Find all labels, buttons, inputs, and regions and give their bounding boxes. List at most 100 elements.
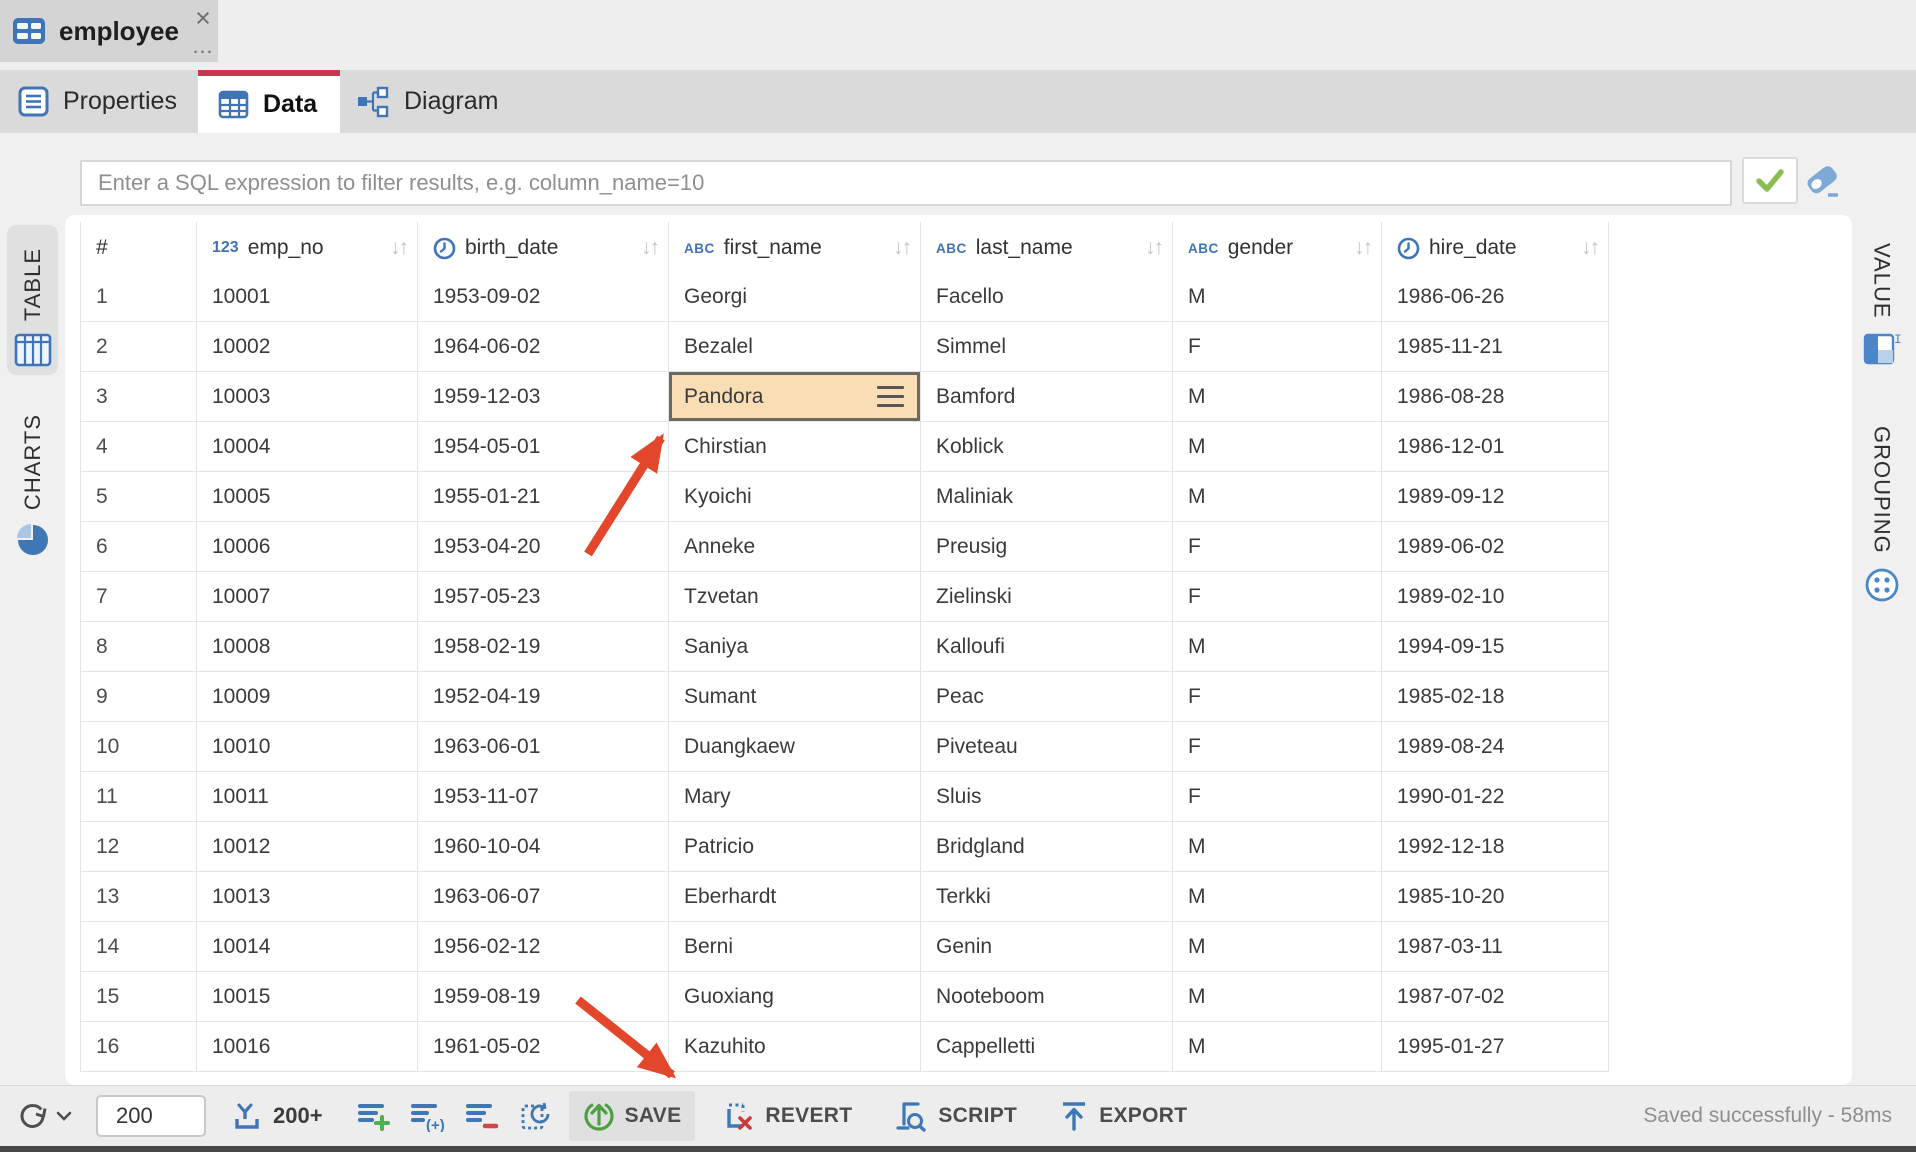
entity-tab-employee[interactable]: employee × … bbox=[0, 0, 218, 62]
table-cell[interactable]: 1964-06-02 bbox=[418, 322, 669, 372]
sql-filter-input[interactable] bbox=[80, 160, 1732, 206]
table-cell[interactable]: 1956-02-12 bbox=[418, 922, 669, 972]
table-cell[interactable]: Kalloufi bbox=[921, 622, 1173, 672]
table-cell[interactable]: Chirstian bbox=[669, 422, 921, 472]
table-cell[interactable]: M bbox=[1173, 622, 1382, 672]
tab-data[interactable]: Data bbox=[198, 70, 340, 133]
table-cell[interactable]: M bbox=[1173, 472, 1382, 522]
row-number-cell[interactable]: 12 bbox=[80, 822, 197, 872]
table-cell[interactable]: F bbox=[1173, 772, 1382, 822]
column-header-emp_no[interactable]: 123emp_no↓↑ bbox=[197, 222, 418, 275]
table-cell[interactable]: F bbox=[1173, 322, 1382, 372]
table-cell[interactable]: Mary bbox=[669, 772, 921, 822]
table-cell[interactable]: 1959-08-19 bbox=[418, 972, 669, 1022]
table-cell[interactable]: Cappelletti bbox=[921, 1022, 1173, 1072]
add-row-button[interactable] bbox=[353, 1094, 395, 1138]
table-cell[interactable]: Nooteboom bbox=[921, 972, 1173, 1022]
table-cell[interactable]: 10001 bbox=[197, 272, 418, 322]
table-cell[interactable]: 1995-01-27 bbox=[1382, 1022, 1609, 1072]
row-number-cell[interactable]: 6 bbox=[80, 522, 197, 572]
table-cell[interactable]: Facello bbox=[921, 272, 1173, 322]
table-cell[interactable]: 1989-02-10 bbox=[1382, 572, 1609, 622]
table-cell[interactable]: 10010 bbox=[197, 722, 418, 772]
table-cell[interactable]: 1987-03-11 bbox=[1382, 922, 1609, 972]
sidebar-item-grouping[interactable]: GROUPING bbox=[1856, 388, 1907, 604]
column-header-gender[interactable]: ABCgender↓↑ bbox=[1173, 222, 1382, 275]
table-cell[interactable]: Kyoichi bbox=[669, 472, 921, 522]
clear-filter-button[interactable] bbox=[1800, 160, 1846, 202]
table-cell[interactable]: 1985-10-20 bbox=[1382, 872, 1609, 922]
table-cell[interactable]: 1992-12-18 bbox=[1382, 822, 1609, 872]
table-cell[interactable]: 10007 bbox=[197, 572, 418, 622]
table-cell[interactable]: 10009 bbox=[197, 672, 418, 722]
table-cell[interactable]: 1961-05-02 bbox=[418, 1022, 669, 1072]
fetch-next-page-button[interactable]: 200+ bbox=[232, 1100, 323, 1132]
apply-filter-button[interactable] bbox=[1742, 157, 1798, 204]
row-number-cell[interactable]: 16 bbox=[80, 1022, 197, 1072]
table-cell[interactable]: Sluis bbox=[921, 772, 1173, 822]
table-cell[interactable]: 1994-09-15 bbox=[1382, 622, 1609, 672]
table-cell[interactable]: Genin bbox=[921, 922, 1173, 972]
table-cell[interactable]: Bamford bbox=[921, 372, 1173, 422]
table-cell[interactable]: 1958-02-19 bbox=[418, 622, 669, 672]
table-cell[interactable]: Bezalel bbox=[669, 322, 921, 372]
row-number-cell[interactable]: 1 bbox=[80, 272, 197, 322]
table-cell[interactable]: M bbox=[1173, 1022, 1382, 1072]
table-cell[interactable]: M bbox=[1173, 422, 1382, 472]
duplicate-row-button[interactable]: (+) bbox=[407, 1094, 449, 1138]
table-cell[interactable]: M bbox=[1173, 972, 1382, 1022]
script-button[interactable]: SCRIPT bbox=[880, 1091, 1031, 1141]
table-cell[interactable]: 1986-06-26 bbox=[1382, 272, 1609, 322]
table-cell[interactable]: 1989-06-02 bbox=[1382, 522, 1609, 572]
table-cell[interactable]: 10013 bbox=[197, 872, 418, 922]
table-cell[interactable]: M bbox=[1173, 872, 1382, 922]
table-cell[interactable]: Patricio bbox=[669, 822, 921, 872]
column-header-last_name[interactable]: ABClast_name↓↑ bbox=[921, 222, 1173, 275]
table-cell[interactable]: 10012 bbox=[197, 822, 418, 872]
table-cell[interactable]: 10003 bbox=[197, 372, 418, 422]
table-cell[interactable]: 1963-06-07 bbox=[418, 872, 669, 922]
row-number-cell[interactable]: 9 bbox=[80, 672, 197, 722]
column-header-hire_date[interactable]: hire_date↓↑ bbox=[1382, 222, 1609, 275]
row-number-cell[interactable]: 13 bbox=[80, 872, 197, 922]
table-cell[interactable]: 10002 bbox=[197, 322, 418, 372]
table-cell[interactable]: Maliniak bbox=[921, 472, 1173, 522]
save-button[interactable]: SAVE bbox=[569, 1091, 696, 1141]
cell-menu-icon[interactable] bbox=[877, 386, 904, 407]
table-cell[interactable]: 1953-09-02 bbox=[418, 272, 669, 322]
revert-button[interactable]: REVERT bbox=[709, 1091, 866, 1141]
table-cell[interactable]: 1960-10-04 bbox=[418, 822, 669, 872]
export-button[interactable]: EXPORT bbox=[1045, 1091, 1201, 1141]
row-number-cell[interactable]: 11 bbox=[80, 772, 197, 822]
table-cell[interactable]: Koblick bbox=[921, 422, 1173, 472]
table-cell[interactable]: M bbox=[1173, 372, 1382, 422]
more-options-icon[interactable]: … bbox=[188, 36, 218, 60]
row-number-cell[interactable]: 3 bbox=[80, 372, 197, 422]
table-cell[interactable]: 1985-02-18 bbox=[1382, 672, 1609, 722]
table-cell[interactable]: 10015 bbox=[197, 972, 418, 1022]
table-cell[interactable]: 10014 bbox=[197, 922, 418, 972]
table-cell[interactable]: 10016 bbox=[197, 1022, 418, 1072]
table-cell[interactable]: M bbox=[1173, 822, 1382, 872]
table-cell[interactable]: 1990-01-22 bbox=[1382, 772, 1609, 822]
selected-cell[interactable]: Pandora bbox=[669, 372, 921, 422]
table-cell[interactable]: Saniya bbox=[669, 622, 921, 672]
table-cell[interactable]: Peac bbox=[921, 672, 1173, 722]
table-cell[interactable]: Piveteau bbox=[921, 722, 1173, 772]
table-cell[interactable]: 1989-09-12 bbox=[1382, 472, 1609, 522]
table-cell[interactable]: Zielinski bbox=[921, 572, 1173, 622]
table-cell[interactable]: Anneke bbox=[669, 522, 921, 572]
table-cell[interactable]: 1986-08-28 bbox=[1382, 372, 1609, 422]
table-cell[interactable]: Georgi bbox=[669, 272, 921, 322]
tab-diagram[interactable]: Diagram bbox=[340, 70, 535, 133]
table-cell[interactable]: Kazuhito bbox=[669, 1022, 921, 1072]
table-cell[interactable]: F bbox=[1173, 672, 1382, 722]
table-cell[interactable]: 10004 bbox=[197, 422, 418, 472]
table-cell[interactable]: M bbox=[1173, 272, 1382, 322]
table-cell[interactable]: 1989-08-24 bbox=[1382, 722, 1609, 772]
table-cell[interactable]: 1987-07-02 bbox=[1382, 972, 1609, 1022]
table-cell[interactable]: M bbox=[1173, 922, 1382, 972]
table-cell[interactable]: 1952-04-19 bbox=[418, 672, 669, 722]
table-cell[interactable]: 1959-12-03 bbox=[418, 372, 669, 422]
table-cell[interactable]: 1963-06-01 bbox=[418, 722, 669, 772]
